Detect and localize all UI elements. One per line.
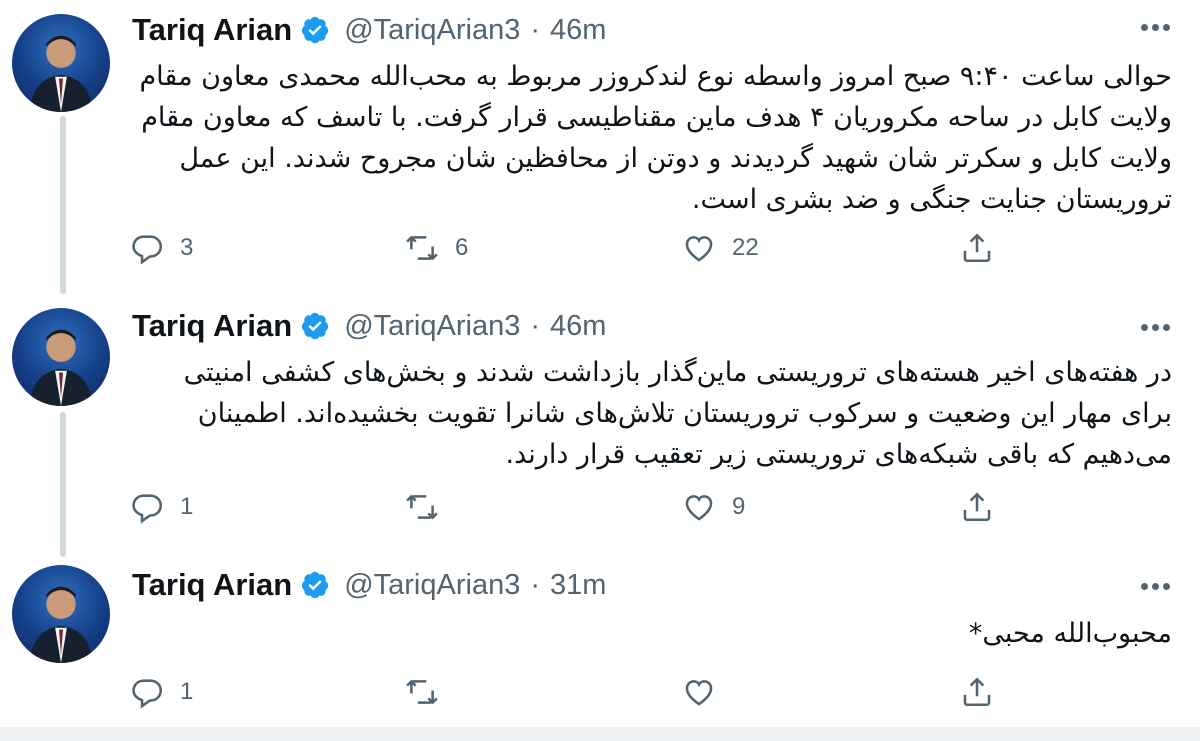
timestamp[interactable]: 46m — [550, 14, 606, 47]
retweet-button[interactable]: 6 — [405, 228, 468, 268]
retweet-icon — [406, 680, 438, 704]
more-options-icon[interactable] — [1141, 583, 1170, 590]
share-icon — [963, 677, 991, 707]
author-handle[interactable]: @TariqArian3 — [344, 310, 520, 343]
verified-badge-icon — [300, 15, 330, 45]
share-button[interactable] — [960, 228, 994, 268]
timeline-bottom-divider — [0, 727, 1200, 741]
heart-icon — [685, 495, 713, 521]
retweet-icon — [406, 236, 438, 260]
like-count: 22 — [732, 234, 759, 261]
avatar-image — [29, 586, 93, 663]
avatar-image — [29, 329, 93, 406]
reply-count: 1 — [180, 493, 194, 520]
reply-icon — [132, 235, 163, 265]
reply-icon — [132, 679, 163, 709]
tweet[interactable]: Tariq Arian @TariqArian3 · 46m در هفته‌ه… — [0, 300, 1200, 555]
author-name[interactable]: Tariq Arian — [132, 567, 292, 603]
tweet-text: محبوب‌الله محبی* — [968, 618, 1172, 649]
reply-count: 1 — [180, 678, 194, 705]
like-button[interactable]: 22 — [682, 228, 759, 268]
separator-dot: · — [530, 13, 540, 46]
heart-icon — [685, 236, 713, 262]
separator-dot: · — [530, 568, 540, 601]
separator-dot: · — [530, 309, 540, 342]
verified-badge-icon — [300, 570, 330, 600]
timestamp[interactable]: 31m — [550, 569, 606, 602]
tweet-actions: 1 9 — [130, 487, 1010, 527]
reply-icon — [132, 494, 163, 524]
retweet-count: 6 — [455, 234, 469, 261]
tweet-actions: 1 — [130, 672, 1010, 712]
author-handle[interactable]: @TariqArian3 — [344, 14, 520, 47]
share-button[interactable] — [960, 672, 994, 712]
reply-button[interactable]: 3 — [130, 228, 193, 268]
author-name[interactable]: Tariq Arian — [132, 308, 292, 344]
reply-button[interactable]: 1 — [130, 672, 193, 712]
avatar[interactable] — [12, 308, 110, 406]
author-handle[interactable]: @TariqArian3 — [344, 569, 520, 602]
heart-icon — [685, 680, 713, 706]
like-button[interactable] — [682, 672, 732, 712]
avatar[interactable] — [12, 14, 110, 112]
retweet-button[interactable] — [405, 672, 455, 712]
share-icon — [963, 233, 991, 263]
avatar-image — [29, 35, 93, 112]
tweet-text: حوالی ساعت ۹:۴۰ صبح امروز واسطه نوع لندک… — [139, 61, 1172, 215]
more-options-icon[interactable] — [1141, 24, 1170, 31]
reply-button[interactable]: 1 — [130, 487, 193, 527]
author-name[interactable]: Tariq Arian — [132, 12, 292, 48]
tweet-text: در هفته‌های اخیر هسته‌های تروریستی ماین‌… — [183, 357, 1172, 470]
share-icon — [963, 492, 991, 522]
share-button[interactable] — [960, 487, 994, 527]
retweet-icon — [406, 495, 438, 519]
tweet-actions: 3 6 22 — [130, 228, 1010, 268]
like-button[interactable]: 9 — [682, 487, 745, 527]
tweet[interactable]: Tariq Arian @TariqArian3 · 46m حوالی ساع… — [0, 0, 1200, 300]
retweet-button[interactable] — [405, 487, 455, 527]
tweet[interactable]: Tariq Arian @TariqArian3 · 31m محبوب‌الل… — [0, 555, 1200, 727]
verified-badge-icon — [300, 311, 330, 341]
avatar[interactable] — [12, 565, 110, 663]
reply-count: 3 — [180, 234, 194, 261]
like-count: 9 — [732, 493, 746, 520]
more-options-icon[interactable] — [1141, 324, 1170, 331]
timestamp[interactable]: 46m — [550, 310, 606, 343]
